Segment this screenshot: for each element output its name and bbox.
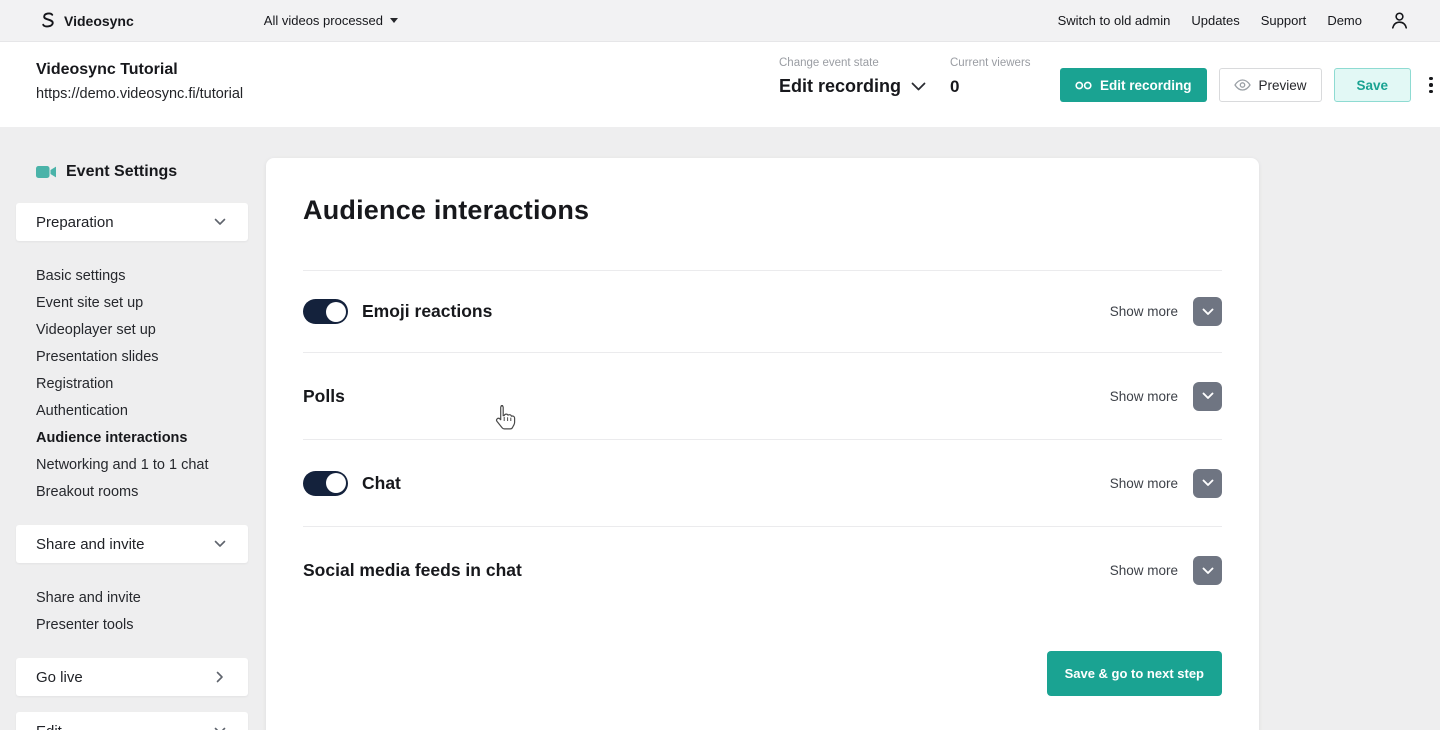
edit-recording-button[interactable]: Edit recording — [1060, 68, 1207, 102]
sidebar-item-share-and-invite[interactable]: Share and invite — [36, 585, 248, 612]
recording-icon — [1075, 80, 1092, 91]
audience-interactions-panel: Audience interactions Emoji reactions Sh… — [266, 158, 1259, 730]
save-button[interactable]: Save — [1334, 68, 1412, 102]
current-viewers-label: Current viewers — [950, 57, 1031, 69]
setting-label: Social media feeds in chat — [303, 560, 522, 581]
link-support[interactable]: Support — [1261, 13, 1307, 28]
link-updates[interactable]: Updates — [1191, 13, 1239, 28]
videos-status-label: All videos processed — [264, 13, 383, 28]
sidebar-item-videoplayer-set-up[interactable]: Videoplayer set up — [36, 317, 248, 344]
share-invite-items: Share and invite Presenter tools — [16, 585, 248, 639]
expand-chat-button[interactable] — [1193, 469, 1222, 498]
link-demo[interactable]: Demo — [1327, 13, 1362, 28]
setting-row-polls: Polls Show more — [303, 353, 1222, 440]
videos-status-dropdown[interactable]: All videos processed — [264, 13, 398, 28]
sidebar-item-registration[interactable]: Registration — [36, 371, 248, 398]
sidebar-section-preparation[interactable]: Preparation — [16, 203, 248, 241]
sidebar-section-share-and-invite[interactable]: Share and invite — [16, 525, 248, 563]
sidebar-item-presentation-slides[interactable]: Presentation slides — [36, 344, 248, 371]
preview-button[interactable]: Preview — [1219, 68, 1322, 102]
event-title: Videosync Tutorial — [36, 61, 243, 79]
setting-label: Emoji reactions — [362, 301, 492, 322]
user-account-button[interactable] — [1389, 10, 1410, 31]
user-icon — [1389, 10, 1410, 31]
emoji-reactions-toggle[interactable] — [303, 299, 348, 324]
chevron-down-icon — [911, 82, 926, 91]
section-label: Edit — [36, 723, 62, 730]
sidebar-title: Event Settings — [36, 160, 248, 184]
more-options-button[interactable] — [1425, 73, 1437, 98]
preview-label: Preview — [1259, 78, 1307, 93]
sidebar-item-networking-1to1-chat[interactable]: Networking and 1 to 1 chat — [36, 452, 248, 479]
chevron-down-icon — [214, 218, 226, 226]
setting-row-emoji-reactions: Emoji reactions Show more — [303, 271, 1222, 353]
event-state-dropdown[interactable]: Edit recording — [779, 76, 926, 97]
setting-row-chat: Chat Show more — [303, 440, 1222, 527]
video-camera-icon — [36, 165, 57, 179]
expand-emoji-reactions-button[interactable] — [1193, 297, 1222, 326]
show-more-link[interactable]: Show more — [1110, 389, 1178, 404]
show-more-link[interactable]: Show more — [1110, 476, 1178, 491]
topbar-links: Switch to old admin Updates Support Demo — [1058, 13, 1362, 28]
edit-recording-label: Edit recording — [1100, 78, 1192, 93]
sidebar-item-presenter-tools[interactable]: Presenter tools — [36, 612, 248, 639]
show-more-link[interactable]: Show more — [1110, 304, 1178, 319]
event-header: Videosync Tutorial https://demo.videosyn… — [0, 42, 1440, 127]
sidebar-title-label: Event Settings — [66, 163, 177, 181]
sidebar: Event Settings Preparation Basic setting… — [16, 127, 248, 730]
sidebar-item-authentication[interactable]: Authentication — [36, 398, 248, 425]
sidebar-section-go-live[interactable]: Go live — [16, 658, 248, 696]
expand-polls-button[interactable] — [1193, 382, 1222, 411]
sidebar-item-breakout-rooms[interactable]: Breakout rooms — [36, 479, 248, 506]
event-state-value: Edit recording — [779, 76, 901, 97]
expand-social-media-button[interactable] — [1193, 556, 1222, 585]
chat-toggle[interactable] — [303, 471, 348, 496]
setting-label: Chat — [362, 473, 401, 494]
brand-name: Videosync — [64, 13, 134, 29]
show-more-link[interactable]: Show more — [1110, 563, 1178, 578]
event-state-label: Change event state — [779, 57, 926, 69]
chevron-right-icon — [216, 671, 224, 683]
preparation-items: Basic settings Event site set up Videopl… — [16, 263, 248, 506]
page-title: Audience interactions — [303, 195, 1222, 226]
link-switch-old-admin[interactable]: Switch to old admin — [1058, 13, 1171, 28]
sidebar-section-edit[interactable]: Edit — [16, 712, 248, 730]
chevron-down-icon — [214, 540, 226, 548]
caret-down-icon — [390, 18, 398, 23]
videosync-logo-icon — [38, 11, 57, 30]
save-and-next-step-button[interactable]: Save & go to next step — [1047, 651, 1222, 696]
section-label: Go live — [36, 669, 83, 686]
sidebar-item-event-site-set-up[interactable]: Event site set up — [36, 290, 248, 317]
sidebar-item-basic-settings[interactable]: Basic settings — [36, 263, 248, 290]
event-url[interactable]: https://demo.videosync.fi/tutorial — [36, 86, 243, 102]
save-label: Save — [1357, 78, 1389, 93]
setting-label: Polls — [303, 386, 345, 407]
sidebar-item-audience-interactions[interactable]: Audience interactions — [36, 425, 248, 452]
setting-row-social-media-feeds: Social media feeds in chat Show more — [303, 527, 1222, 614]
eye-icon — [1234, 79, 1251, 91]
top-bar: Videosync All videos processed Switch to… — [0, 0, 1440, 42]
current-viewers-count: 0 — [950, 77, 1031, 97]
videosync-admin-screen: Videosync All videos processed Switch to… — [0, 0, 1440, 730]
brand-logo[interactable]: Videosync — [38, 11, 134, 30]
section-label: Share and invite — [36, 536, 144, 553]
section-label: Preparation — [36, 214, 114, 231]
